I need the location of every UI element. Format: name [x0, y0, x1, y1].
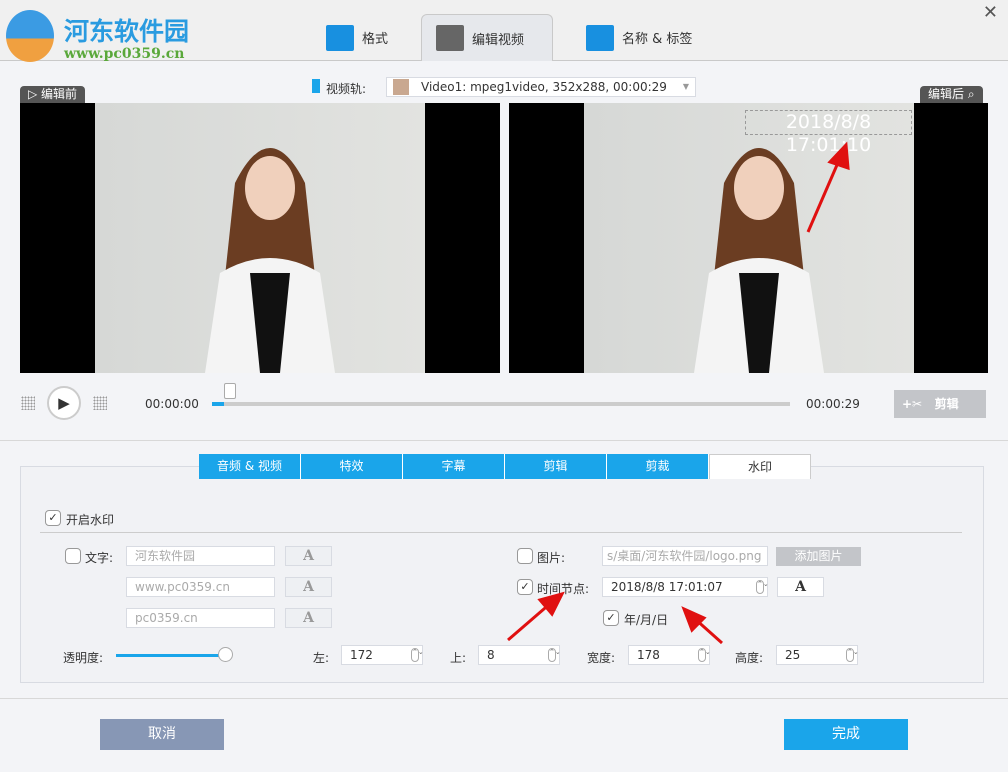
arrow-head-icon [681, 606, 707, 633]
done-button[interactable]: 完成 [784, 719, 908, 750]
arrow-icon [806, 157, 842, 233]
arrow-head-icon [827, 141, 850, 171]
divider [0, 698, 1008, 699]
cancel-button[interactable]: 取消 [100, 719, 224, 750]
annotation-arrows [507, 141, 850, 645]
